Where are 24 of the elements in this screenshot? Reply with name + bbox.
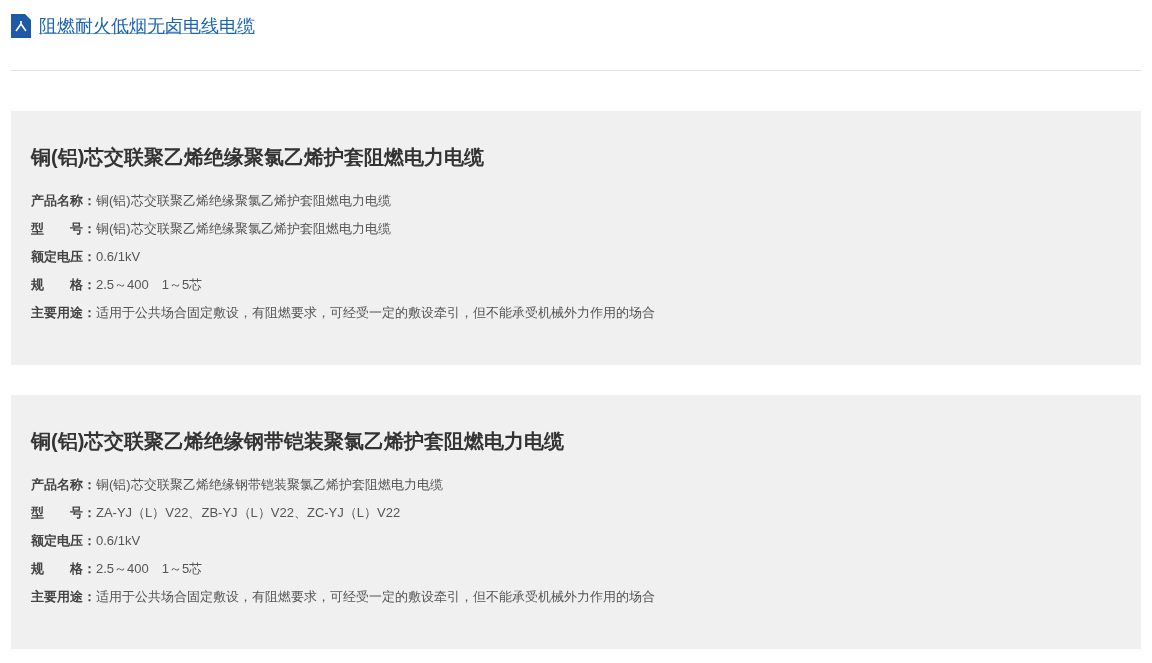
spec-label: 型 号： (31, 504, 96, 523)
spec-value: 0.6/1kV (96, 532, 141, 551)
pdf-icon (11, 14, 31, 38)
spec-label: 产品名称： (31, 192, 96, 211)
spec-label: 主要用途： (31, 304, 96, 323)
product-title: 铜(铝)芯交联聚乙烯绝缘钢带铠装聚氯乙烯护套阻燃电力电缆 (31, 429, 566, 454)
spec-value: 0.6/1kV (96, 248, 141, 267)
spec-label: 产品名称： (31, 476, 96, 495)
spec-label: 规 格： (31, 560, 96, 579)
spec-label: 额定电压： (31, 532, 96, 551)
spec-label: 型 号： (31, 220, 96, 239)
spec-label: 额定电压： (31, 248, 96, 267)
product-title: 铜(铝)芯交联聚乙烯绝缘聚氯乙烯护套阻燃电力电缆 (31, 145, 486, 170)
spec-label: 主要用途： (31, 588, 96, 607)
spec-value: 2.5～400 1～5芯 (96, 560, 203, 579)
spec-value: 适用于公共场合固定敷设，有阻燃要求，可经受一定的敷设牵引，但不能承受机械外力作用的场合 (96, 588, 655, 607)
spec-value: ZA-YJ（L）V22、ZB-YJ（L）V22、ZC-YJ（L）V22 (96, 504, 401, 523)
spec-value: 铜(铝)芯交联聚乙烯绝缘聚氯乙烯护套阻燃电力电缆 (96, 192, 391, 211)
spec-value: 铜(铝)芯交联聚乙烯绝缘聚氯乙烯护套阻燃电力电缆 (96, 220, 391, 239)
spec-value: 适用于公共场合固定敷设，有阻燃要求，可经受一定的敷设牵引，但不能承受机械外力作用的场合 (96, 304, 655, 323)
download-link[interactable]: 阻燃耐火低烟无卤电线电缆 (39, 12, 255, 40)
spec-label: 规 格： (31, 276, 96, 295)
spec-value: 2.5～400 1～5芯 (96, 276, 203, 295)
spec-value: 铜(铝)芯交联聚乙烯绝缘钢带铠装聚氯乙烯护套阻燃电力电缆 (96, 476, 443, 495)
